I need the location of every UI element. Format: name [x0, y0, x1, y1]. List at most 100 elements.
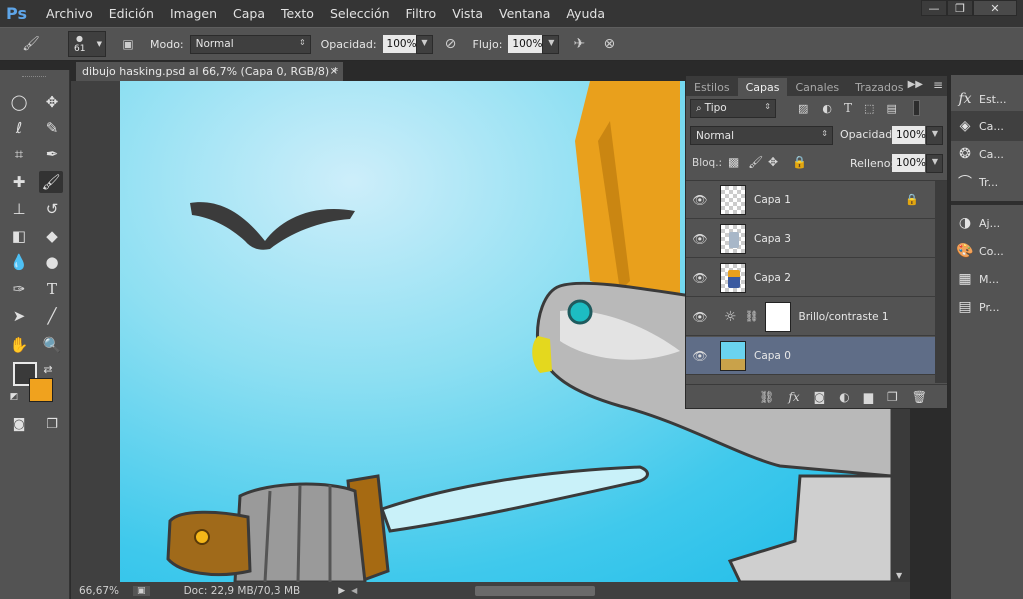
- zoom-tool-icon[interactable]: 🔍: [40, 334, 64, 356]
- crop-tool-icon[interactable]: ⌗: [7, 143, 31, 165]
- layer-row[interactable]: 👁 ☼ ⛓ Brillo/contraste 1: [686, 298, 935, 336]
- zoom-level[interactable]: 66,67%: [79, 585, 119, 597]
- layer-filter-select[interactable]: ⌕ Tipo ⇕: [690, 98, 776, 118]
- panel-muestras[interactable]: ▦ M...: [951, 264, 1023, 294]
- lock-all-icon[interactable]: 🔒: [792, 155, 807, 169]
- tablet-size-icon[interactable]: ⊗: [597, 36, 621, 52]
- menu-imagen[interactable]: Imagen: [170, 6, 217, 21]
- eye-icon[interactable]: 👁: [686, 310, 714, 324]
- panel-canales[interactable]: ❂ Ca...: [951, 139, 1023, 169]
- filter-type-icon[interactable]: T: [844, 101, 852, 115]
- mode-select[interactable]: Normal ⇕: [189, 34, 311, 54]
- new-layer-icon[interactable]: ❐: [887, 390, 898, 404]
- layer-row-selected[interactable]: 👁 Capa 0: [686, 337, 935, 375]
- filter-pixel-icon[interactable]: ▨: [798, 102, 808, 115]
- menu-ventana[interactable]: Ventana: [499, 6, 550, 21]
- layer-row[interactable]: 👁 Capa 3: [686, 220, 935, 258]
- filter-shape-icon[interactable]: ⬚: [864, 102, 874, 115]
- screen-mode-icon[interactable]: ❐: [40, 413, 64, 435]
- tab-estilos[interactable]: Estilos: [686, 78, 738, 96]
- new-group-icon[interactable]: ▆: [864, 390, 873, 404]
- eye-icon[interactable]: 👁: [686, 232, 714, 246]
- quick-selection-tool-icon[interactable]: ✎: [40, 117, 64, 139]
- flow-field[interactable]: 100%: [508, 35, 542, 53]
- quick-mask-icon[interactable]: ◙: [7, 413, 31, 435]
- fill-dropdown[interactable]: ▼: [926, 154, 943, 173]
- flow-dropdown[interactable]: ▼: [542, 34, 560, 54]
- close-tab-icon[interactable]: ×: [330, 66, 338, 77]
- panel-ajustes[interactable]: ◑ Aj...: [951, 208, 1023, 238]
- filter-smart-icon[interactable]: ▤: [886, 102, 896, 115]
- blur-tool-icon[interactable]: 💧: [7, 251, 31, 273]
- marquee-tool-icon[interactable]: ◯: [7, 91, 31, 113]
- lock-transparent-icon[interactable]: ▩: [728, 155, 739, 169]
- menu-vista[interactable]: Vista: [452, 6, 483, 21]
- paint-bucket-tool-icon[interactable]: ◆: [40, 225, 64, 247]
- filter-toggle[interactable]: [912, 100, 920, 116]
- menu-texto[interactable]: Texto: [281, 6, 314, 21]
- clone-stamp-tool-icon[interactable]: ⊥: [7, 198, 31, 220]
- chain-link-icon[interactable]: ⛓: [745, 310, 759, 323]
- swap-colors-icon[interactable]: ⇄: [40, 358, 56, 380]
- horizontal-scrollbar-thumb[interactable]: [475, 585, 596, 596]
- panel-trazados[interactable]: ⌒ Tr...: [951, 167, 1023, 197]
- menu-ayuda[interactable]: Ayuda: [566, 6, 605, 21]
- eraser-tool-icon[interactable]: ◧: [7, 225, 31, 247]
- close-window-button[interactable]: ✕: [973, 0, 1017, 16]
- opacity-field[interactable]: 100%: [382, 35, 417, 53]
- layer-opacity-field[interactable]: 100%: [892, 126, 926, 144]
- eye-icon[interactable]: 👁: [686, 349, 714, 363]
- fx-icon[interactable]: fx: [788, 390, 799, 404]
- menu-edicion[interactable]: Edición: [109, 6, 154, 21]
- delete-layer-icon[interactable]: 🗑: [912, 390, 927, 404]
- panel-menu-icon[interactable]: ≡: [933, 78, 943, 92]
- type-tool-icon[interactable]: T: [40, 278, 64, 300]
- layer-blend-select[interactable]: Normal ⇕: [690, 126, 833, 145]
- tab-capas[interactable]: Capas: [737, 78, 788, 96]
- eyedropper-tool-icon[interactable]: ✒: [40, 143, 64, 165]
- new-adjustment-icon[interactable]: ◐: [839, 390, 849, 404]
- line-tool-icon[interactable]: ╱: [40, 305, 64, 327]
- status-menu-arrow-icon[interactable]: ▶: [338, 586, 345, 596]
- background-color-swatch[interactable]: [29, 378, 53, 402]
- layer-opacity-dropdown[interactable]: ▼: [926, 126, 943, 145]
- brush-panel-icon[interactable]: ▣: [118, 37, 138, 51]
- lock-position-icon[interactable]: ✥: [768, 155, 778, 169]
- panel-estilos[interactable]: fx Est...: [951, 84, 1023, 114]
- default-colors-icon[interactable]: ◩: [7, 386, 21, 408]
- eye-icon[interactable]: 👁: [686, 193, 714, 207]
- panel-capas[interactable]: ◈ Ca...: [951, 111, 1023, 141]
- document-tab[interactable]: dibujo hasking.psd al 66,7% (Capa 0, RGB…: [76, 62, 343, 81]
- opacity-dropdown[interactable]: ▼: [415, 34, 433, 54]
- path-selection-tool-icon[interactable]: ➤: [7, 305, 31, 327]
- layer-row[interactable]: 👁 Capa 1 🔒: [686, 181, 935, 219]
- hscroll-left-arrow-icon[interactable]: ◀: [351, 586, 357, 595]
- tablet-opacity-icon[interactable]: ⊘: [439, 36, 463, 52]
- eye-icon[interactable]: 👁: [686, 271, 714, 285]
- hand-tool-icon[interactable]: ✋: [7, 334, 31, 356]
- lock-image-icon[interactable]: 🖌: [748, 155, 763, 169]
- panel-color[interactable]: 🎨 Co...: [951, 236, 1023, 266]
- history-brush-tool-icon[interactable]: ↺: [40, 198, 64, 220]
- link-layers-icon[interactable]: ⛓: [759, 390, 774, 404]
- brush-tool-icon[interactable]: 🖌: [39, 171, 63, 193]
- scroll-down-arrow-icon[interactable]: ▼: [896, 571, 902, 580]
- menu-archivo[interactable]: Archivo: [46, 6, 93, 21]
- layer-row[interactable]: 👁 Capa 2: [686, 259, 935, 297]
- layers-scrollbar[interactable]: [935, 181, 947, 383]
- lasso-tool-icon[interactable]: ℓ: [7, 117, 31, 139]
- move-tool-icon[interactable]: ✥: [40, 91, 64, 113]
- menu-seleccion[interactable]: Selección: [330, 6, 390, 21]
- tab-trazados[interactable]: Trazados: [847, 78, 911, 96]
- panel-collapse-icon[interactable]: ▶▶: [908, 79, 923, 90]
- airbrush-icon[interactable]: ✈: [567, 36, 591, 52]
- dodge-tool-icon[interactable]: ●: [40, 251, 64, 273]
- add-mask-icon[interactable]: ◙: [814, 390, 826, 404]
- restore-button[interactable]: ❐: [947, 0, 973, 16]
- tab-canales[interactable]: Canales: [787, 78, 847, 96]
- healing-brush-tool-icon[interactable]: ✚: [7, 171, 31, 193]
- menu-capa[interactable]: Capa: [233, 6, 265, 21]
- minimize-button[interactable]: —: [921, 0, 947, 16]
- fill-field[interactable]: 100%: [892, 154, 926, 172]
- menu-filtro[interactable]: Filtro: [406, 6, 437, 21]
